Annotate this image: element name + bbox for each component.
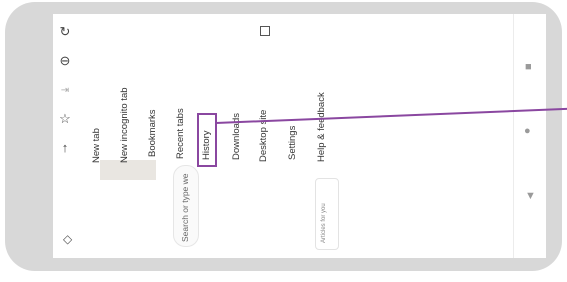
menu-item-help-feedback[interactable]: Help & feedback (316, 92, 327, 162)
info-icon[interactable]: ⊖ (57, 53, 73, 69)
menu-item-new-tab[interactable]: New tab (91, 128, 102, 163)
menu-item-bookmarks[interactable]: Bookmarks (147, 109, 158, 157)
history-highlight (197, 113, 217, 167)
recent-apps-icon[interactable]: ■ (525, 62, 532, 73)
download-icon[interactable]: ⇥ (57, 82, 73, 98)
menu-item-recent-tabs[interactable]: Recent tabs (175, 108, 186, 159)
forward-icon[interactable]: ↑ (57, 139, 73, 155)
star-icon[interactable]: ☆ (57, 111, 73, 127)
menu-item-desktop-site[interactable]: Desktop site (258, 110, 269, 162)
menu-item-new-incognito-tab[interactable]: New incognito tab (119, 87, 130, 163)
home-icon[interactable]: ● (524, 126, 531, 137)
refresh-icon[interactable]: ↻ (57, 24, 73, 40)
menu-item-settings[interactable]: Settings (287, 126, 298, 160)
desktop-site-checkbox[interactable] (260, 26, 270, 36)
back-nav-icon[interactable]: ▼ (525, 191, 536, 202)
